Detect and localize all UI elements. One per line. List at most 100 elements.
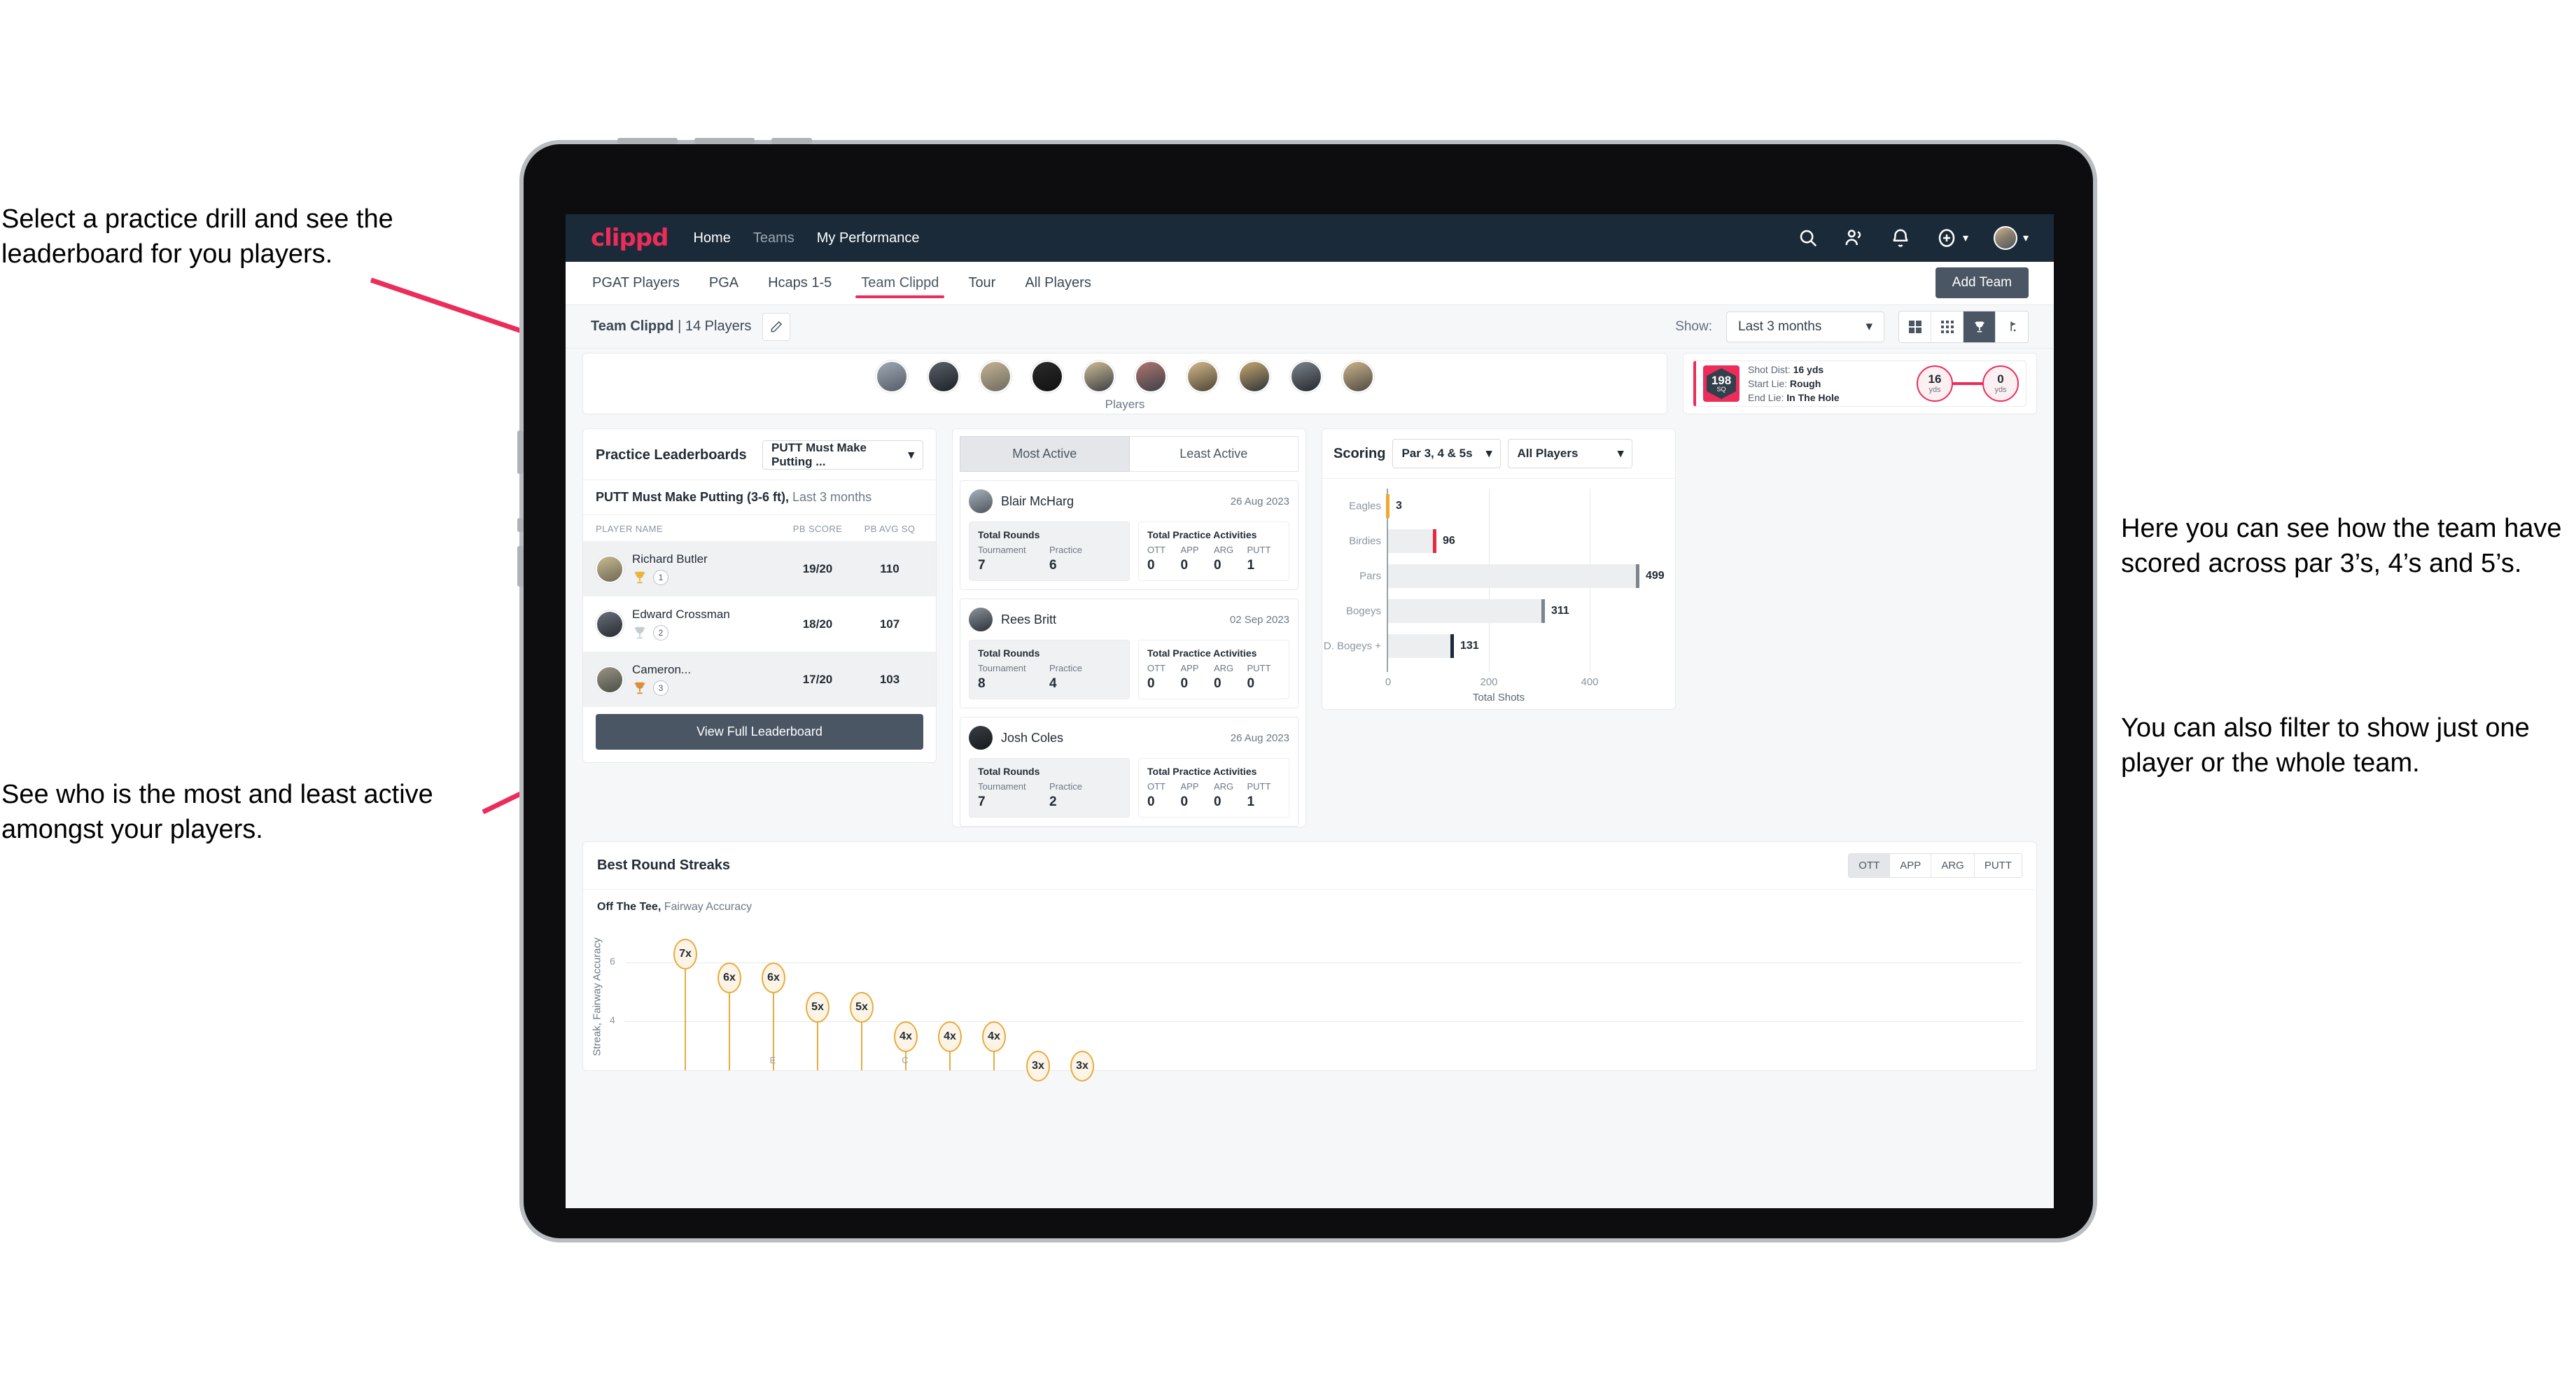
user-menu-button[interactable]: ▾ [1993, 226, 2029, 250]
par-filter-select[interactable]: Par 3, 4 & 5s ▾ [1392, 439, 1502, 468]
list-item[interactable]: Rees Britt 02 Sep 2023 Total Rounds Tour… [960, 598, 1298, 708]
tournament-rounds: Tournament 8 [978, 663, 1049, 692]
tab-pga[interactable]: PGA [708, 264, 740, 302]
ott-label: OTT [1147, 663, 1166, 673]
putt-stat: PUTT 1 [1247, 781, 1281, 810]
team-separator: | [678, 318, 682, 334]
streak-marker[interactable]: 6x [718, 962, 741, 993]
clippd-logo[interactable]: clippd [591, 224, 668, 252]
end-distance-node: 0 yds [1982, 365, 2019, 402]
streak-marker[interactable]: 3x [1070, 1051, 1094, 1082]
tab-most-active[interactable]: Most Active [960, 436, 1130, 472]
grid-large-view-button[interactable] [1899, 311, 1931, 342]
people-icon[interactable] [1844, 227, 1865, 248]
players-caption: Players [1105, 398, 1145, 411]
tab-team-clippd[interactable]: Team Clippd [855, 264, 945, 302]
avatar[interactable] [1290, 360, 1322, 393]
xtick-label-e: E [769, 1055, 776, 1065]
tab-least-active[interactable]: Least Active [1129, 436, 1298, 472]
golf-flag-view-button[interactable] [1996, 312, 2028, 342]
trophy-view-button[interactable] [1963, 311, 1996, 342]
add-team-button[interactable]: Add Team [1935, 267, 2029, 298]
table-row[interactable]: Edward Crossman 2 18/20 107 [583, 596, 936, 652]
plus-circle-icon[interactable] [1936, 227, 1957, 248]
avatar[interactable] [1238, 360, 1270, 393]
avatar[interactable] [876, 360, 908, 393]
table-row[interactable]: Richard Butler 1 19/20 110 [583, 541, 936, 596]
avatar[interactable] [927, 360, 960, 393]
end-lie-line: End Lie: In The Hole [1748, 391, 1840, 405]
tab-pgat-players[interactable]: PGAT Players [591, 264, 681, 302]
streak-marker[interactable]: 4x [982, 1021, 1006, 1052]
avatar[interactable] [1186, 360, 1219, 393]
streak-marker[interactable]: 5x [850, 992, 874, 1023]
tournament-value: 8 [978, 676, 986, 691]
streak-stem [729, 992, 730, 1070]
list-item[interactable]: Blair McHarg 26 Aug 2023 Total Rounds To… [960, 480, 1298, 590]
team-name: Team Clippd [591, 318, 674, 334]
add-menu-button[interactable]: ▾ [1936, 227, 1968, 248]
scoring-title: Scoring [1334, 445, 1386, 461]
streak-marker[interactable]: 7x [673, 939, 697, 969]
bar-pars[interactable]: Pars 499 [1359, 564, 1665, 588]
avatar[interactable] [1031, 360, 1063, 393]
segment-arg[interactable]: ARG [1931, 854, 1975, 877]
segment-ott[interactable]: OTT [1849, 854, 1891, 877]
nav-link-my-performance[interactable]: My Performance [817, 230, 920, 246]
player-name: Richard Butler [632, 552, 708, 566]
tab-all-players[interactable]: All Players [1023, 264, 1092, 302]
search-icon[interactable] [1798, 227, 1819, 248]
tab-hcaps-1-5[interactable]: Hcaps 1-5 [766, 264, 833, 302]
drill-select[interactable]: PUTT Must Make Putting ... ▾ [762, 440, 923, 470]
trophy-icon [634, 682, 645, 694]
bell-icon[interactable] [1890, 227, 1911, 248]
streak-marker[interactable]: 6x [762, 962, 785, 993]
bar-bogeys[interactable]: Bogeys 311 [1346, 599, 1569, 623]
bar-eagles[interactable]: Eagles 3 [1349, 494, 1402, 518]
practice-activities-box: Total Practice Activities OTT 0 APP 0 AR… [1138, 522, 1289, 581]
segment-app[interactable]: APP [1890, 854, 1932, 877]
edit-team-button[interactable] [762, 312, 791, 341]
shot-distance-dial: 16 yds 0 yds [1917, 365, 2019, 402]
practice-rounds: Practice 4 [1049, 663, 1121, 692]
shot-dist-value: 16 yds [1793, 363, 1824, 375]
list-item[interactable]: Josh Coles 26 Aug 2023 Total Rounds Tour… [960, 717, 1298, 827]
tournament-rounds: Tournament 7 [978, 545, 1049, 573]
device-button-top-2 [694, 138, 755, 144]
date-range-select[interactable]: Last 3 months ▾ [1726, 311, 1884, 342]
leaderboard-player: Edward Crossman 2 [632, 608, 779, 640]
app-label: APP [1180, 545, 1199, 555]
grid-small-view-button[interactable] [1931, 311, 1963, 342]
tab-tour[interactable]: Tour [967, 264, 997, 302]
ott-stat: OTT 0 [1147, 545, 1181, 573]
streak-marker[interactable]: 4x [894, 1021, 918, 1052]
shot-dist-line: Shot Dist: 16 yds [1748, 363, 1840, 377]
avatar[interactable] [979, 360, 1011, 393]
streaks-title: Best Round Streaks [597, 858, 731, 873]
app-value: 0 [1180, 676, 1189, 691]
start-lie-key: Start Lie: [1748, 377, 1788, 389]
bar-birdies[interactable]: Birdies 96 [1349, 529, 1455, 553]
view-full-leaderboard-button[interactable]: View Full Leaderboard [596, 714, 923, 750]
start-distance-node: 16 yds [1917, 365, 1953, 402]
avatar[interactable] [1135, 360, 1167, 393]
shot-detail-row[interactable]: 198 SQ Shot Dist: 16 yds Start Lie: Roug… [1693, 360, 2026, 407]
avatar[interactable] [1342, 360, 1374, 393]
streak-marker[interactable]: 4x [938, 1021, 962, 1052]
streak-marker[interactable]: 3x [1026, 1051, 1050, 1082]
avatar[interactable] [1083, 360, 1115, 393]
segment-putt[interactable]: PUTT [1974, 854, 2022, 877]
player-filter-select[interactable]: All Players ▾ [1508, 439, 1633, 468]
table-row[interactable]: Cameron... 3 17/20 103 [583, 652, 936, 707]
streak-marker[interactable]: 5x [806, 992, 830, 1023]
nav-link-teams[interactable]: Teams [753, 230, 794, 246]
device-button-side-2 [517, 518, 524, 532]
sq-unit: SQ [1716, 386, 1726, 393]
arg-value: 0 [1214, 558, 1222, 573]
leaderboard-drill-name: PUTT Must Make Putting (3-6 ft), [596, 490, 789, 504]
practice-activities-title: Total Practice Activities [1147, 648, 1257, 659]
nav-link-home[interactable]: Home [693, 230, 730, 246]
pb-score-value: 17/20 [802, 672, 833, 686]
bar-double-bogeys[interactable]: D. Bogeys + 131 [1324, 634, 1479, 658]
annotation-filter: You can also filter to show just one pla… [2121, 713, 2530, 778]
